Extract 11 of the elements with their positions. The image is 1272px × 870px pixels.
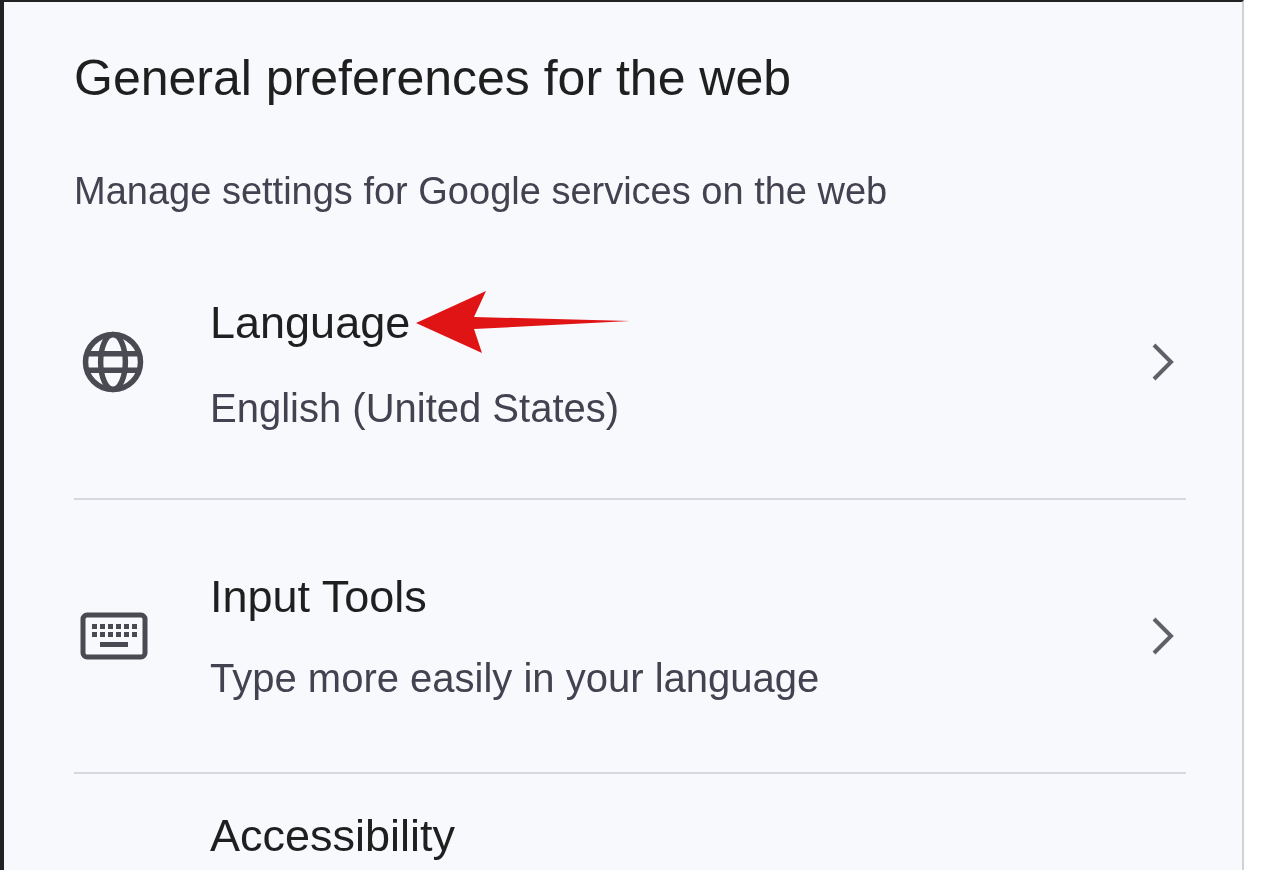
page-subtitle: Manage settings for Google services on the web <box>74 169 889 214</box>
chevron-right-icon[interactable] <box>1150 616 1176 656</box>
page-title: General preferences for the web <box>74 49 793 108</box>
setting-detail: English (United States) <box>210 385 621 432</box>
chevron-right-icon[interactable] <box>1150 342 1176 382</box>
setting-title[interactable]: Input Tools <box>210 569 427 625</box>
setting-detail: Type more easily in your language <box>210 655 821 702</box>
setting-title[interactable]: Accessibility <box>210 808 456 864</box>
setting-title[interactable]: Language <box>210 295 411 351</box>
globe-icon <box>80 329 146 395</box>
keyboard-icon <box>80 612 148 660</box>
